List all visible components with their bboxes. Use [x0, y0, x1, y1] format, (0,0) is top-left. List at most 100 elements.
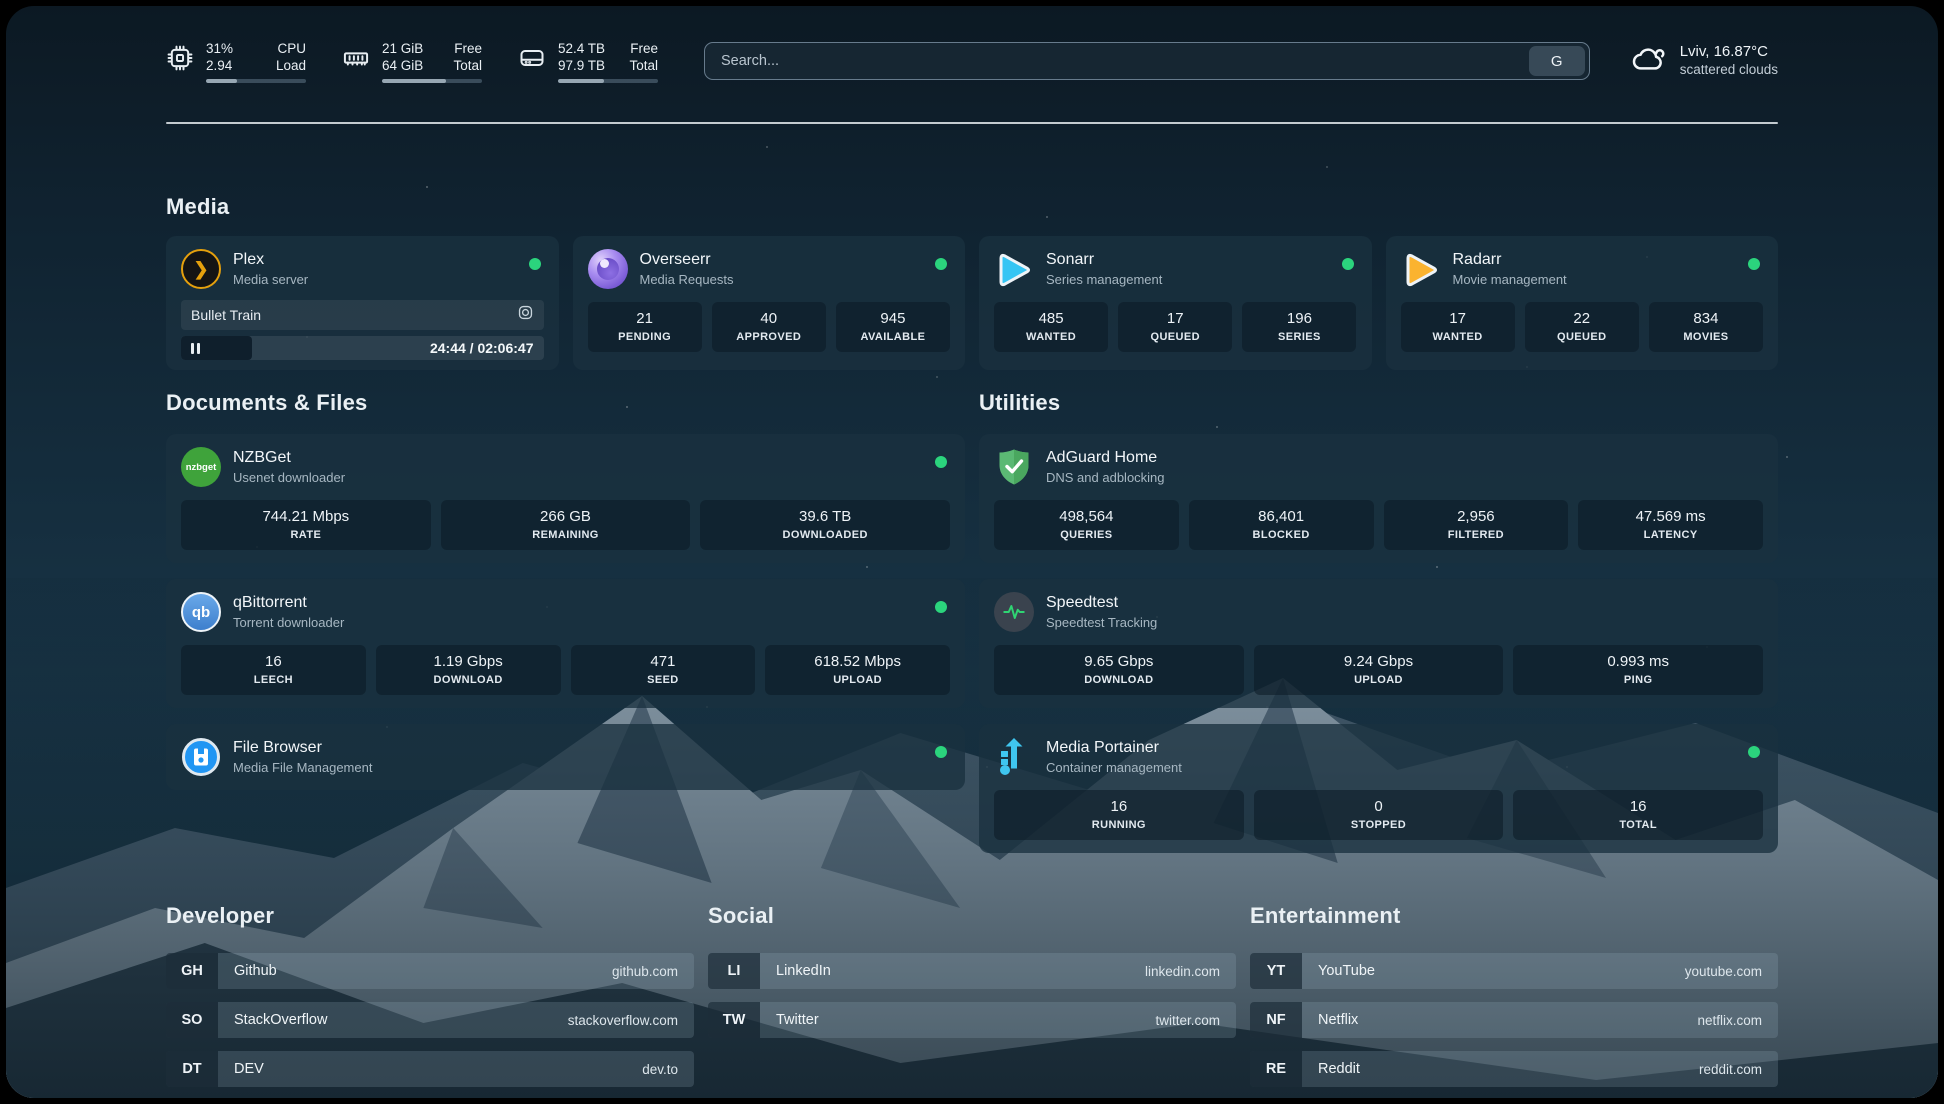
bookmark-stackoverflow[interactable]: SO StackOverflow stackoverflow.com — [166, 1002, 694, 1038]
stat-download: 9.65 Gbps DOWNLOAD — [994, 645, 1244, 695]
app-name: Media Portainer — [1046, 738, 1182, 758]
status-online-dot — [935, 746, 947, 758]
cpu-progress-fill — [206, 79, 237, 83]
section-title-media: Media — [166, 194, 1778, 220]
qbittorrent-logo-icon: qb — [181, 592, 221, 632]
search-provider-button[interactable]: G — [1529, 46, 1585, 76]
bookmark-youtube[interactable]: YT YouTube youtube.com — [1250, 953, 1778, 989]
stat-movies: 834 MOVIES — [1649, 302, 1763, 352]
memory-progress-track — [382, 79, 482, 83]
stat-wanted: 17 WANTED — [1401, 302, 1515, 352]
bookmark-github[interactable]: GH Github github.com — [166, 953, 694, 989]
bookmark-twitter[interactable]: TW Twitter twitter.com — [708, 1002, 1236, 1038]
filebrowser-logo-icon — [181, 737, 221, 777]
stat-upload: 9.24 Gbps UPLOAD — [1254, 645, 1504, 695]
bookmark-name: Twitter — [760, 1002, 1155, 1038]
disk-total-value: 97.9 TB — [558, 57, 605, 74]
app-description: DNS and adblocking — [1046, 469, 1165, 486]
disk-free-value: 52.4 TB — [558, 40, 605, 57]
dashboard-screen: 31% 2.94 CPU Load — [6, 6, 1938, 1098]
bookmark-abbr: DT — [166, 1051, 218, 1087]
app-name: File Browser — [233, 738, 372, 758]
pause-icon — [191, 343, 200, 354]
bookmark-url: stackoverflow.com — [568, 1002, 694, 1038]
app-name: Sonarr — [1046, 250, 1162, 270]
app-description: Speedtest Tracking — [1046, 614, 1157, 631]
section-title-documents: Documents & Files — [166, 390, 965, 416]
cpu-progress-track — [206, 79, 306, 83]
stat-total: 16 TOTAL — [1513, 790, 1763, 840]
app-card-plex[interactable]: ❯ Plex Media server Bullet Train — [166, 236, 559, 370]
cpu-load-label: Load — [276, 57, 306, 74]
bookmark-url: linkedin.com — [1145, 953, 1236, 989]
bookmark-dev[interactable]: DT DEV dev.to — [166, 1051, 694, 1087]
status-online-dot — [1748, 258, 1760, 270]
bookmark-url: github.com — [612, 953, 694, 989]
app-description: Series management — [1046, 271, 1162, 288]
stat-queued: 22 QUEUED — [1525, 302, 1639, 352]
memory-resource-widget: 21 GiB 64 GiB Free Total — [342, 40, 482, 83]
app-card-nzbget[interactable]: nzbget NZBGet Usenet downloader 744.21 M… — [166, 434, 965, 563]
stat-latency: 47.569 ms LATENCY — [1578, 500, 1763, 550]
app-card-speedtest[interactable]: Speedtest Speedtest Tracking 9.65 Gbps D… — [979, 579, 1778, 708]
bookmark-name: Netflix — [1302, 1002, 1697, 1038]
search-input[interactable] — [705, 43, 1529, 79]
bookmark-netflix[interactable]: NF Netflix netflix.com — [1250, 1002, 1778, 1038]
bookmark-abbr: YT — [1250, 953, 1302, 989]
stat-ping: 0.993 ms PING — [1513, 645, 1763, 695]
app-card-radarr[interactable]: Radarr Movie management 17 WANTED 22 QUE… — [1386, 236, 1779, 370]
stat-upload: 618.52 Mbps UPLOAD — [765, 645, 950, 695]
bookmark-url: youtube.com — [1685, 953, 1778, 989]
bookmark-linkedin[interactable]: LI LinkedIn linkedin.com — [708, 953, 1236, 989]
bookmark-url: dev.to — [642, 1051, 694, 1087]
bookmark-abbr: NF — [1250, 1002, 1302, 1038]
memory-free-value: 21 GiB — [382, 40, 423, 57]
overseerr-logo-icon — [588, 249, 628, 289]
app-description: Media Requests — [640, 271, 734, 288]
bookmark-name: YouTube — [1302, 953, 1685, 989]
topbar: 31% 2.94 CPU Load — [166, 40, 1778, 83]
app-card-portainer[interactable]: Media Portainer Container management 16 … — [979, 724, 1778, 853]
bookmark-abbr: TW — [708, 1002, 760, 1038]
memory-icon — [342, 44, 370, 83]
app-description: Torrent downloader — [233, 614, 344, 631]
stat-filtered: 2,956 FILTERED — [1384, 500, 1569, 550]
bookmark-url: reddit.com — [1699, 1051, 1778, 1087]
app-name: Radarr — [1453, 250, 1567, 270]
stat-downloaded: 39.6 TB DOWNLOADED — [700, 500, 950, 550]
memory-total-value: 64 GiB — [382, 57, 423, 74]
cpu-usage-value: 31% — [206, 40, 233, 57]
snow-specks — [6, 6, 8, 8]
app-card-filebrowser[interactable]: File Browser Media File Management — [166, 724, 965, 790]
playback-progress-fill — [181, 336, 252, 360]
stat-remaining: 266 GB REMAINING — [441, 500, 691, 550]
bookmark-abbr: GH — [166, 953, 218, 989]
bookmark-name: Github — [218, 953, 612, 989]
app-name: Overseerr — [640, 250, 734, 270]
bookmark-abbr: RE — [1250, 1051, 1302, 1087]
portainer-logo-icon — [994, 737, 1034, 777]
stat-running: 16 RUNNING — [994, 790, 1244, 840]
stat-approved: 40 APPROVED — [712, 302, 826, 352]
section-title-utilities: Utilities — [979, 390, 1778, 416]
section-title-entertainment: Entertainment — [1250, 903, 1778, 929]
app-description: Media server — [233, 271, 308, 288]
app-card-qbittorrent[interactable]: qb qBittorrent Torrent downloader 16 LEE… — [166, 579, 965, 708]
app-description: Usenet downloader — [233, 469, 345, 486]
bookmark-name: DEV — [218, 1051, 642, 1087]
adguard-logo-icon — [994, 447, 1034, 487]
cloud-icon — [1632, 42, 1668, 79]
app-card-overseerr[interactable]: Overseerr Media Requests 21 PENDING 40 A… — [573, 236, 966, 370]
disk-resource-widget: 52.4 TB 97.9 TB Free Total — [518, 40, 658, 83]
stat-queries: 498,564 QUERIES — [994, 500, 1179, 550]
status-online-dot — [935, 601, 947, 613]
bookmark-reddit[interactable]: RE Reddit reddit.com — [1250, 1051, 1778, 1087]
stat-seed: 471 SEED — [571, 645, 756, 695]
app-card-adguard[interactable]: AdGuard Home DNS and adblocking 498,564 … — [979, 434, 1778, 563]
search-bar[interactable]: G — [704, 42, 1590, 80]
cpu-icon — [166, 44, 194, 83]
weather-location: Lviv, 16.87°C — [1680, 42, 1778, 61]
app-card-sonarr[interactable]: Sonarr Series management 485 WANTED 17 Q… — [979, 236, 1372, 370]
section-title-social: Social — [708, 903, 1236, 929]
status-online-dot — [935, 456, 947, 468]
